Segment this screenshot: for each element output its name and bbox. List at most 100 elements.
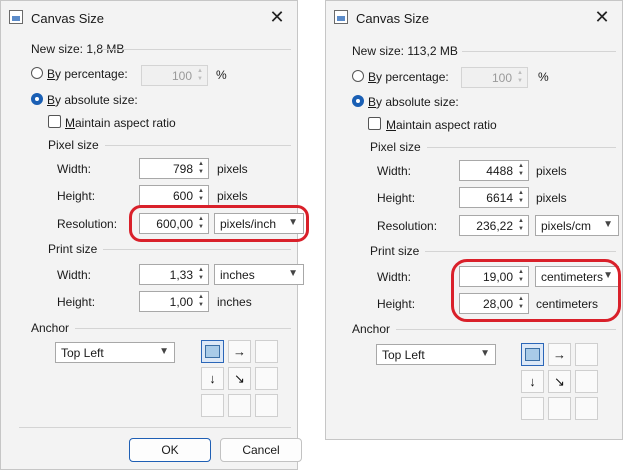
red-highlight-annotation — [129, 205, 309, 242]
by-absolute-size-label[interactable]: By absolute size: — [368, 95, 459, 109]
anchor-bottom-right[interactable] — [255, 394, 278, 417]
anchor-bottom-right[interactable] — [575, 397, 598, 420]
by-absolute-size-radio[interactable] — [352, 95, 364, 107]
chevron-down-icon: ▼ — [159, 346, 169, 357]
resolution-unit-dropdown[interactable]: pixels/cm ▼ — [535, 215, 619, 236]
anchor-bottom-center[interactable] — [228, 394, 251, 417]
by-percentage-label[interactable]: By percentage: — [47, 67, 128, 81]
triangle-down-icon[interactable]: ▼ — [194, 75, 206, 84]
canvas-size-dialog-right: Canvas Size ✕ New size: 113,2 MB By perc… — [325, 0, 623, 440]
print-height-label: Height: — [57, 295, 96, 309]
red-highlight-annotation — [451, 259, 621, 322]
width-stepper[interactable]: 798 ▲ ▼ — [139, 158, 209, 179]
arrow-right-icon: → — [553, 347, 566, 362]
height-value: 600 — [172, 189, 193, 203]
triangle-down-icon[interactable]: ▼ — [195, 301, 207, 310]
anchor-top-right[interactable] — [255, 340, 278, 363]
app-icon — [334, 10, 348, 24]
height-stepper[interactable]: 600 ▲ ▼ — [139, 185, 209, 206]
anchor-top-center[interactable]: → — [228, 340, 251, 363]
height-unit: pixels — [217, 189, 248, 203]
width-stepper[interactable]: 4488 ▲ ▼ — [459, 160, 529, 181]
by-percentage-label[interactable]: By percentage: — [368, 70, 449, 84]
resolution-label: Resolution: — [57, 217, 118, 231]
maintain-aspect-ratio-label[interactable]: Maintain aspect ratio — [386, 118, 497, 132]
print-height-stepper[interactable]: 1,00 ▲ ▼ — [139, 291, 209, 312]
separator — [75, 328, 291, 329]
close-icon[interactable]: ✕ — [590, 5, 614, 29]
triangle-down-icon[interactable]: ▼ — [195, 274, 207, 283]
anchor-heading: Anchor — [352, 322, 391, 336]
cancel-button[interactable]: Cancel — [220, 438, 302, 462]
triangle-down-icon[interactable]: ▼ — [515, 225, 527, 234]
arrow-down-right-icon: ↘ — [554, 374, 565, 389]
separator — [425, 251, 616, 252]
width-unit: pixels — [536, 164, 567, 178]
by-absolute-size-radio[interactable] — [31, 93, 43, 105]
percentage-stepper[interactable]: 100 ▲ ▼ — [141, 65, 208, 86]
anchor-top-right[interactable] — [575, 343, 598, 366]
width-value: 798 — [172, 162, 193, 176]
app-icon — [9, 10, 23, 24]
pixel-size-heading: Pixel size — [370, 140, 421, 154]
anchor-bottom-left[interactable] — [521, 397, 544, 420]
anchor-middle-center[interactable]: ↘ — [228, 367, 251, 390]
anchor-bottom-center[interactable] — [548, 397, 571, 420]
triangle-down-icon[interactable]: ▼ — [515, 197, 527, 206]
percent-sign: % — [216, 68, 227, 82]
anchor-top-left[interactable] — [521, 343, 544, 366]
chevron-down-icon: ▼ — [288, 268, 298, 279]
arrow-down-right-icon: ↘ — [234, 371, 245, 386]
canvas-size-dialog-left: Canvas Size ✕ New size: 1,8 MB By percen… — [0, 0, 309, 470]
height-stepper[interactable]: 6614 ▲ ▼ — [459, 187, 529, 208]
maintain-aspect-ratio-checkbox[interactable] — [48, 115, 61, 128]
percent-sign: % — [538, 70, 549, 84]
maintain-aspect-ratio-checkbox[interactable] — [368, 117, 381, 130]
anchor-grid: → ↓ ↘ — [201, 340, 280, 419]
print-height-label: Height: — [377, 297, 416, 311]
height-unit: pixels — [536, 191, 567, 205]
anchor-middle-left[interactable]: ↓ — [201, 367, 224, 390]
arrow-down-icon: ↓ — [529, 374, 536, 389]
anchor-top-left[interactable] — [201, 340, 224, 363]
triangle-down-icon[interactable]: ▼ — [195, 195, 207, 204]
print-width-unit-dropdown[interactable]: inches ▼ — [214, 264, 304, 285]
separator — [396, 329, 616, 330]
dialog-title: Canvas Size — [31, 11, 104, 26]
chevron-down-icon: ▼ — [603, 219, 613, 230]
triangle-down-icon[interactable]: ▼ — [514, 77, 526, 86]
separator — [462, 51, 616, 52]
width-label: Width: — [57, 162, 92, 176]
separator — [103, 249, 291, 250]
percentage-value: 100 — [171, 69, 192, 83]
percentage-stepper[interactable]: 100 ▲ ▼ — [461, 67, 528, 88]
triangle-down-icon[interactable]: ▼ — [195, 168, 207, 177]
anchor-middle-center[interactable]: ↘ — [548, 370, 571, 393]
print-size-heading: Print size — [370, 244, 420, 258]
anchor-middle-right[interactable] — [575, 370, 598, 393]
print-width-label: Width: — [57, 268, 92, 282]
anchor-top-center[interactable]: → — [548, 343, 571, 366]
anchor-value: Top Left — [61, 346, 104, 360]
print-width-stepper[interactable]: 1,33 ▲ ▼ — [139, 264, 209, 285]
anchor-bottom-left[interactable] — [201, 394, 224, 417]
by-percentage-radio[interactable] — [352, 70, 364, 82]
ok-button[interactable]: OK — [129, 438, 211, 462]
by-percentage-radio[interactable] — [31, 67, 43, 79]
anchor-dropdown[interactable]: Top Left ▼ — [55, 342, 175, 363]
anchor-middle-right[interactable] — [255, 367, 278, 390]
anchor-middle-left[interactable]: ↓ — [521, 370, 544, 393]
anchor-dropdown[interactable]: Top Left ▼ — [376, 344, 496, 365]
percentage-value: 100 — [491, 71, 512, 85]
by-absolute-size-label[interactable]: By absolute size: — [47, 93, 138, 107]
resolution-label: Resolution: — [377, 219, 438, 233]
height-label: Height: — [377, 191, 416, 205]
resolution-stepper[interactable]: 236,22 ▲ ▼ — [459, 215, 529, 236]
maintain-aspect-ratio-label[interactable]: Maintain aspect ratio — [65, 116, 176, 130]
width-unit: pixels — [217, 162, 248, 176]
triangle-down-icon[interactable]: ▼ — [515, 170, 527, 179]
new-size-label: New size: 113,2 MB — [352, 44, 458, 58]
print-height-value: 1,00 — [169, 295, 193, 309]
close-icon[interactable]: ✕ — [265, 5, 289, 29]
height-label: Height: — [57, 189, 96, 203]
